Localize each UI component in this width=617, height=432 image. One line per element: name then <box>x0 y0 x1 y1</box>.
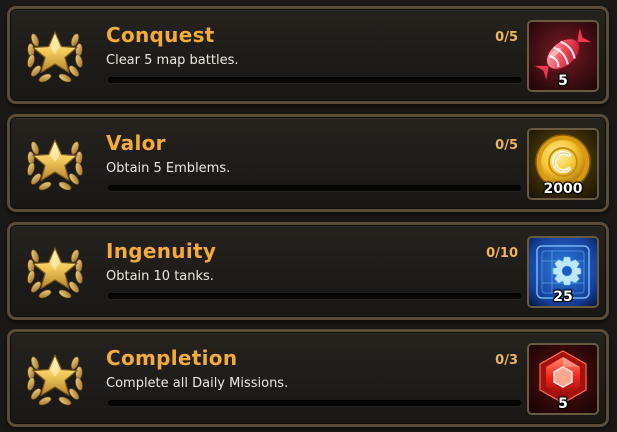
mission-card-conquest: Conquest Clear 5 map battles. 0/5 5 <box>7 6 609 104</box>
reward-slot[interactable]: 5 <box>527 343 599 415</box>
mission-description: Complete all Daily Missions. <box>106 376 289 391</box>
laurel-star-icon <box>23 240 87 302</box>
mission-description: Obtain 5 Emblems. <box>106 161 231 176</box>
mission-progress-count: 0/5 <box>495 30 518 45</box>
mission-title: Valor <box>106 131 166 155</box>
mission-progress-count: 0/5 <box>495 138 518 153</box>
mission-card-valor: Valor Obtain 5 Emblems. 0/5 2000 <box>7 114 609 212</box>
mission-title: Conquest <box>106 23 215 47</box>
mission-description: Clear 5 map battles. <box>106 53 239 68</box>
reward-slot[interactable]: 2000 <box>527 128 599 200</box>
mission-title: Completion <box>106 346 238 370</box>
mission-progress-bar <box>108 185 521 191</box>
laurel-star-icon <box>23 132 87 194</box>
reward-quantity: 5 <box>558 396 568 412</box>
mission-description: Obtain 10 tanks. <box>106 269 214 284</box>
laurel-star-icon <box>23 347 87 409</box>
reward-quantity: 5 <box>558 73 568 89</box>
mission-card-completion: Completion Complete all Daily Missions. … <box>7 329 609 427</box>
mission-progress-bar <box>108 293 521 299</box>
mission-title: Ingenuity <box>106 239 217 263</box>
mission-progress-bar <box>108 77 521 83</box>
reward-slot[interactable]: 5 <box>527 20 599 92</box>
reward-slot[interactable]: 25 <box>527 236 599 308</box>
reward-quantity: 25 <box>553 289 573 305</box>
mission-card-ingenuity: Ingenuity Obtain 10 tanks. 0/10 25 <box>7 222 609 320</box>
mission-progress-count: 0/10 <box>486 246 518 261</box>
reward-quantity: 2000 <box>543 181 583 197</box>
mission-progress-bar <box>108 400 521 406</box>
mission-progress-count: 0/3 <box>495 353 518 368</box>
daily-missions-list: Conquest Clear 5 map battles. 0/5 5 Valo… <box>0 0 617 432</box>
laurel-star-icon <box>23 24 87 86</box>
